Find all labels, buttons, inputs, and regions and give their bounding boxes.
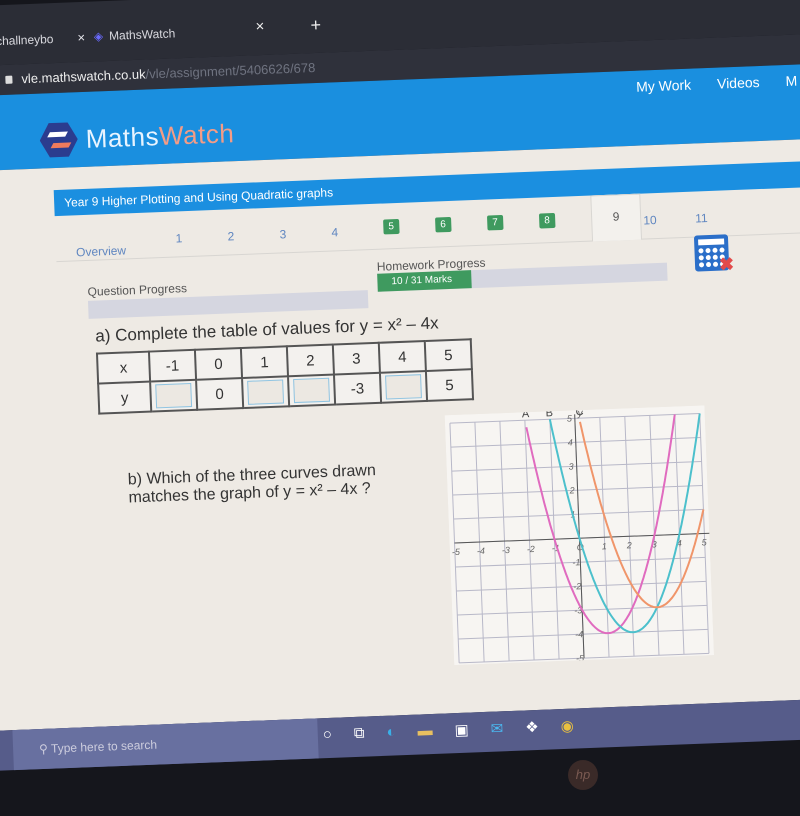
- question-tab-5[interactable]: 5: [383, 218, 400, 235]
- hp-logo: hp: [568, 760, 598, 790]
- y-tick-label: -5: [576, 653, 585, 663]
- task-view-icon[interactable]: ⧉: [354, 725, 365, 743]
- y-tick-label: -4: [575, 629, 583, 639]
- question-tab-10[interactable]: 10: [643, 213, 657, 228]
- file-explorer-icon[interactable]: ▬: [417, 722, 433, 741]
- new-tab-button[interactable]: +: [310, 15, 321, 36]
- close-tab-icon[interactable]: ×: [255, 18, 264, 35]
- nav-my-work[interactable]: My Work: [636, 77, 692, 95]
- tab-label: MathsWatch: [108, 26, 176, 43]
- mathswatch-logo[interactable]: MathsWatch: [39, 114, 235, 159]
- y-value: -3: [333, 372, 382, 405]
- y-cell: [288, 374, 336, 407]
- curve-label-C: C: [575, 406, 583, 418]
- y-tick-label: 2: [568, 485, 574, 495]
- nav-more[interactable]: M: [785, 73, 797, 89]
- mail-icon[interactable]: ✉: [490, 719, 503, 737]
- y-header: y: [98, 381, 152, 414]
- close-tab-icon[interactable]: ×: [77, 30, 85, 45]
- x-value: 2: [286, 344, 334, 377]
- y-tick-label: 4: [568, 437, 573, 447]
- cortana-icon[interactable]: ○: [322, 726, 332, 744]
- url-path: /vle/assignment/5406626/678: [145, 60, 316, 82]
- x-value: -1: [148, 349, 197, 382]
- search-icon: ⚲: [38, 741, 52, 757]
- dropbox-icon[interactable]: ❖: [525, 718, 539, 737]
- x-tick-label: -4: [477, 546, 485, 556]
- x-value: 1: [240, 346, 289, 379]
- question-tab-2[interactable]: 2: [227, 229, 234, 243]
- y-cell: [150, 379, 198, 412]
- x-value: 4: [378, 341, 426, 373]
- assignment-page: Year 9 Higher Plotting and Using Quadrat…: [0, 138, 800, 731]
- tab-label: @challneybo: [0, 31, 54, 49]
- x-tick-label: -2: [527, 544, 535, 554]
- question-tab-11[interactable]: 11: [695, 211, 708, 225]
- y-cell: [242, 376, 290, 409]
- edge-icon[interactable]: ◐: [386, 723, 396, 741]
- y-cell: [379, 370, 428, 403]
- browser-tab-active[interactable]: ◈ MathsWatch: [94, 26, 176, 43]
- lock-icon: [5, 75, 13, 84]
- y-tick-label: -2: [573, 581, 581, 591]
- quadratic-graph: -5-4-3-2-1O12345-5-4-3-2-112345xyABC: [444, 405, 715, 666]
- x-value: 5: [424, 339, 472, 371]
- homework-progress-fill: 10 / 31 Marks: [377, 270, 472, 292]
- question-tab-6[interactable]: 6: [435, 216, 452, 233]
- store-icon[interactable]: ▣: [454, 721, 469, 740]
- x-header: x: [96, 351, 151, 384]
- y-value: 0: [196, 378, 244, 410]
- taskbar-icons: ○ ⧉ ◐ ▬ ▣ ✉ ❖ ◉: [322, 717, 574, 745]
- question-part-b: b) Which of the three curves drawn match…: [128, 462, 377, 507]
- calculator-not-allowed-icon: ✖: [693, 234, 735, 275]
- question-tab-9[interactable]: 9: [590, 193, 643, 242]
- tab-overview[interactable]: Overview: [76, 243, 127, 259]
- mathswatch-favicon-icon: ◈: [93, 29, 104, 44]
- curve-label-B: B: [545, 407, 553, 419]
- question-tab-1[interactable]: 1: [175, 231, 182, 245]
- question-tab-8[interactable]: 8: [538, 212, 556, 229]
- x-tick-label: -3: [502, 545, 510, 555]
- question-tab-4[interactable]: 4: [331, 225, 338, 239]
- logo-text: MathsWatch: [85, 117, 235, 154]
- question-tab-7[interactable]: 7: [486, 214, 504, 231]
- values-table: x -1 0 1 2 3 4 5 y 0 -3 5: [96, 338, 474, 414]
- nav-videos[interactable]: Videos: [717, 74, 760, 92]
- url-host: vle.mathswatch.co.uk: [21, 66, 146, 87]
- y-input[interactable]: [155, 383, 193, 409]
- url-text[interactable]: vle.mathswatch.co.uk/vle/assignment/5406…: [21, 60, 315, 86]
- y-tick-label: 3: [568, 461, 573, 471]
- logo-hex-icon: [39, 120, 78, 159]
- y-tick-label: -1: [572, 557, 580, 567]
- nav-links: My Work Videos M: [636, 73, 798, 95]
- search-placeholder: Type here to search: [50, 737, 158, 756]
- y-input[interactable]: [293, 377, 331, 404]
- curve-label-A: A: [522, 408, 530, 420]
- question-tab-3[interactable]: 3: [279, 227, 286, 241]
- x-tick-label: -5: [452, 547, 461, 557]
- question-progress-label: Question Progress: [87, 281, 188, 299]
- x-value: 0: [194, 348, 243, 380]
- x-tick-label: 1: [602, 541, 607, 551]
- chrome-icon[interactable]: ◉: [560, 717, 574, 735]
- screen: @challneybo × ◈ MathsWatch × + vle.maths…: [0, 0, 800, 815]
- y-input[interactable]: [385, 374, 422, 400]
- x-tick-label: 2: [626, 540, 632, 550]
- x-value: 3: [332, 342, 380, 375]
- browser-tab[interactable]: @challneybo ×: [0, 30, 85, 49]
- y-input[interactable]: [247, 379, 285, 405]
- y-value: 5: [425, 369, 474, 401]
